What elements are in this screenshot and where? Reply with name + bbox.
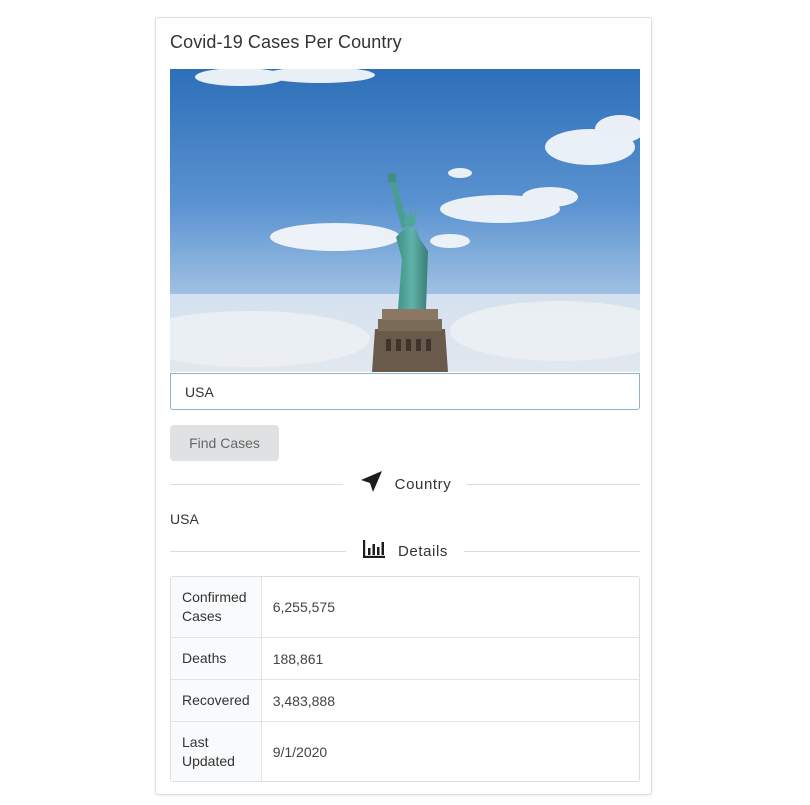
divider-line <box>170 483 343 485</box>
country-header-label: Country <box>394 475 452 493</box>
table-row: Last Updated 9/1/2020 <box>171 721 639 781</box>
divider-line <box>464 550 640 552</box>
divider-line <box>467 483 641 485</box>
table-row: Deaths 188,861 <box>171 637 639 679</box>
table-row: Recovered 3,483,888 <box>171 679 639 721</box>
divider-line <box>170 550 346 552</box>
country-search-input[interactable] <box>170 373 640 410</box>
row-key: Confirmed Cases <box>171 577 262 637</box>
find-cases-button[interactable]: Find Cases <box>170 425 279 461</box>
country-divider: Country <box>170 470 641 498</box>
country-value: USA <box>170 511 199 527</box>
statue-of-liberty-image <box>170 69 640 372</box>
country-header: Country <box>343 470 468 498</box>
location-arrow-icon <box>359 470 383 498</box>
row-key: Recovered <box>171 679 262 721</box>
row-value: 6,255,575 <box>272 599 335 615</box>
covid-card: Covid-19 Cases Per Country USA Find Case… <box>155 17 652 795</box>
row-value: 3,483,888 <box>261 679 639 721</box>
row-value: 188,861 <box>261 637 639 679</box>
table-row: Confirmed Cases 6,255,575 <box>171 577 639 637</box>
row-key: Deaths <box>171 637 262 679</box>
details-divider: Details <box>170 539 640 563</box>
details-header-label: Details <box>397 542 449 560</box>
card-title: Covid-19 Cases Per Country <box>170 32 402 52</box>
details-header: Details <box>346 539 464 563</box>
row-value: 9/1/2020 <box>261 721 639 781</box>
row-key: Last Updated <box>171 721 262 781</box>
details-table: Confirmed Cases 6,255,575 Deaths 188,861… <box>170 576 640 782</box>
bar-chart-icon <box>362 539 386 563</box>
